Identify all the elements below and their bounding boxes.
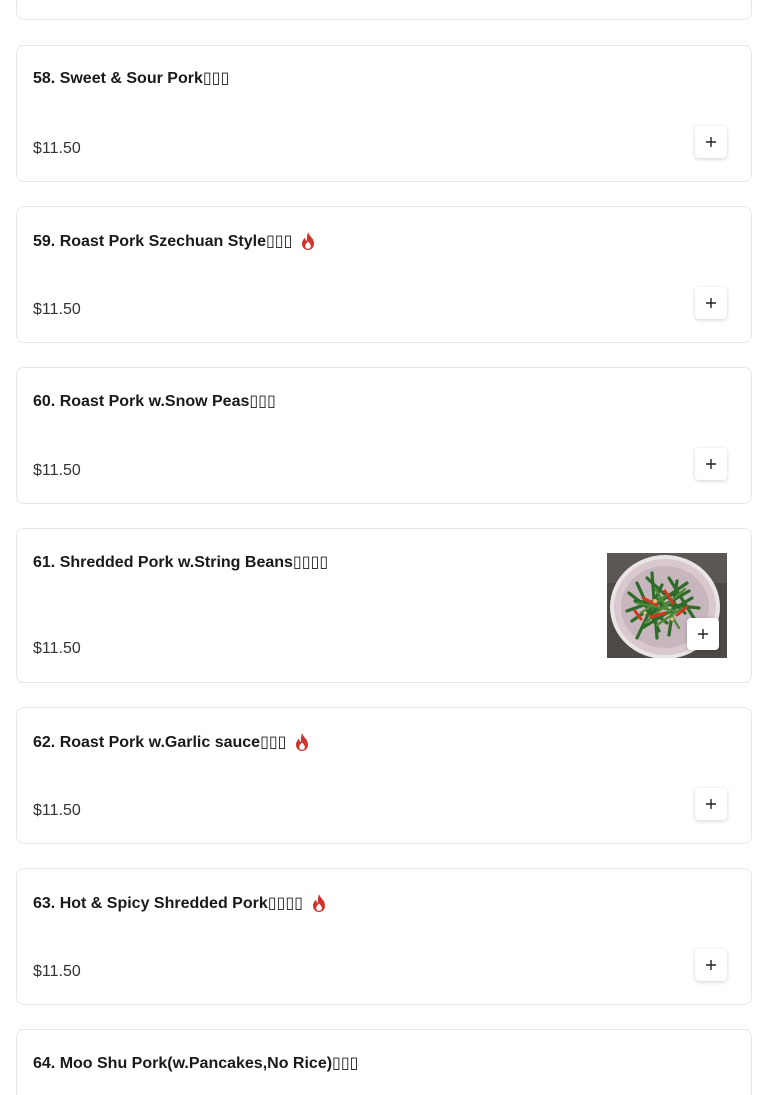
fire-icon — [300, 231, 316, 251]
menu-item-card[interactable]: 60. Roast Pork w.Snow Peas▯▯▯ $11.50 — [16, 367, 752, 504]
menu-item-name: 61. Shredded Pork w.String Beans▯▯▯▯ — [33, 554, 329, 571]
menu-item-name: 64. Moo Shu Pork(w.Pancakes,No Rice)▯▯▯ — [33, 1055, 359, 1072]
menu-item-name: 58. Sweet & Sour Pork▯▯▯ — [33, 70, 230, 87]
plus-icon — [706, 960, 716, 970]
menu-item-card[interactable]: 58. Sweet & Sour Pork▯▯▯ $11.50 — [16, 45, 752, 182]
menu-item-price: $11.50 — [33, 963, 81, 980]
menu-item-name: 63. Hot & Spicy Shredded Pork▯▯▯▯ — [33, 895, 303, 912]
menu-item-title: 62. Roast Pork w.Garlic sauce▯▯▯ — [33, 732, 310, 752]
plus-icon — [706, 459, 716, 469]
menu-item-card-partial[interactable] — [16, 0, 752, 20]
plus-icon — [706, 137, 716, 147]
menu-item-price: $11.50 — [33, 140, 81, 157]
plus-icon — [698, 629, 708, 639]
add-to-cart-button[interactable] — [695, 287, 727, 319]
menu-item-title: 64. Moo Shu Pork(w.Pancakes,No Rice)▯▯▯ — [33, 1053, 358, 1073]
menu-item-name: 60. Roast Pork w.Snow Peas▯▯▯ — [33, 393, 276, 410]
dish-photo[interactable] — [607, 553, 727, 658]
fire-icon — [311, 893, 327, 913]
menu-item-price: $11.50 — [33, 640, 81, 657]
menu-item-name: 62. Roast Pork w.Garlic sauce▯▯▯ — [33, 734, 287, 751]
fire-icon — [294, 732, 310, 752]
add-to-cart-button[interactable] — [695, 788, 727, 820]
menu-item-price: $11.50 — [33, 301, 81, 318]
menu-item-card[interactable]: 61. Shredded Pork w.String Beans▯▯▯▯ $11… — [16, 528, 752, 683]
menu-item-card[interactable]: 59. Roast Pork Szechuan Style▯▯▯ $11.50 — [16, 206, 752, 343]
menu-item-title: 59. Roast Pork Szechuan Style▯▯▯ — [33, 231, 316, 251]
menu-item-title: 58. Sweet & Sour Pork▯▯▯ — [33, 68, 229, 88]
add-to-cart-button[interactable] — [687, 618, 719, 650]
menu-item-title: 60. Roast Pork w.Snow Peas▯▯▯ — [33, 391, 276, 411]
menu-item-price: $11.50 — [33, 802, 81, 819]
menu-item-list: 58. Sweet & Sour Pork▯▯▯ $11.50 59. Roas… — [0, 0, 770, 1095]
menu-item-name: 59. Roast Pork Szechuan Style▯▯▯ — [33, 233, 293, 250]
add-to-cart-button[interactable] — [695, 126, 727, 158]
menu-item-card[interactable]: 62. Roast Pork w.Garlic sauce▯▯▯ $11.50 — [16, 707, 752, 844]
add-to-cart-button[interactable] — [695, 949, 727, 981]
plus-icon — [706, 298, 716, 308]
menu-item-title: 63. Hot & Spicy Shredded Pork▯▯▯▯ — [33, 893, 327, 913]
menu-item-card[interactable]: 64. Moo Shu Pork(w.Pancakes,No Rice)▯▯▯ — [16, 1029, 752, 1095]
plus-icon — [706, 799, 716, 809]
menu-item-price: $11.50 — [33, 462, 81, 479]
menu-item-title: 61. Shredded Pork w.String Beans▯▯▯▯ — [33, 552, 328, 572]
menu-item-card[interactable]: 63. Hot & Spicy Shredded Pork▯▯▯▯ $11.50 — [16, 868, 752, 1005]
add-to-cart-button[interactable] — [695, 448, 727, 480]
